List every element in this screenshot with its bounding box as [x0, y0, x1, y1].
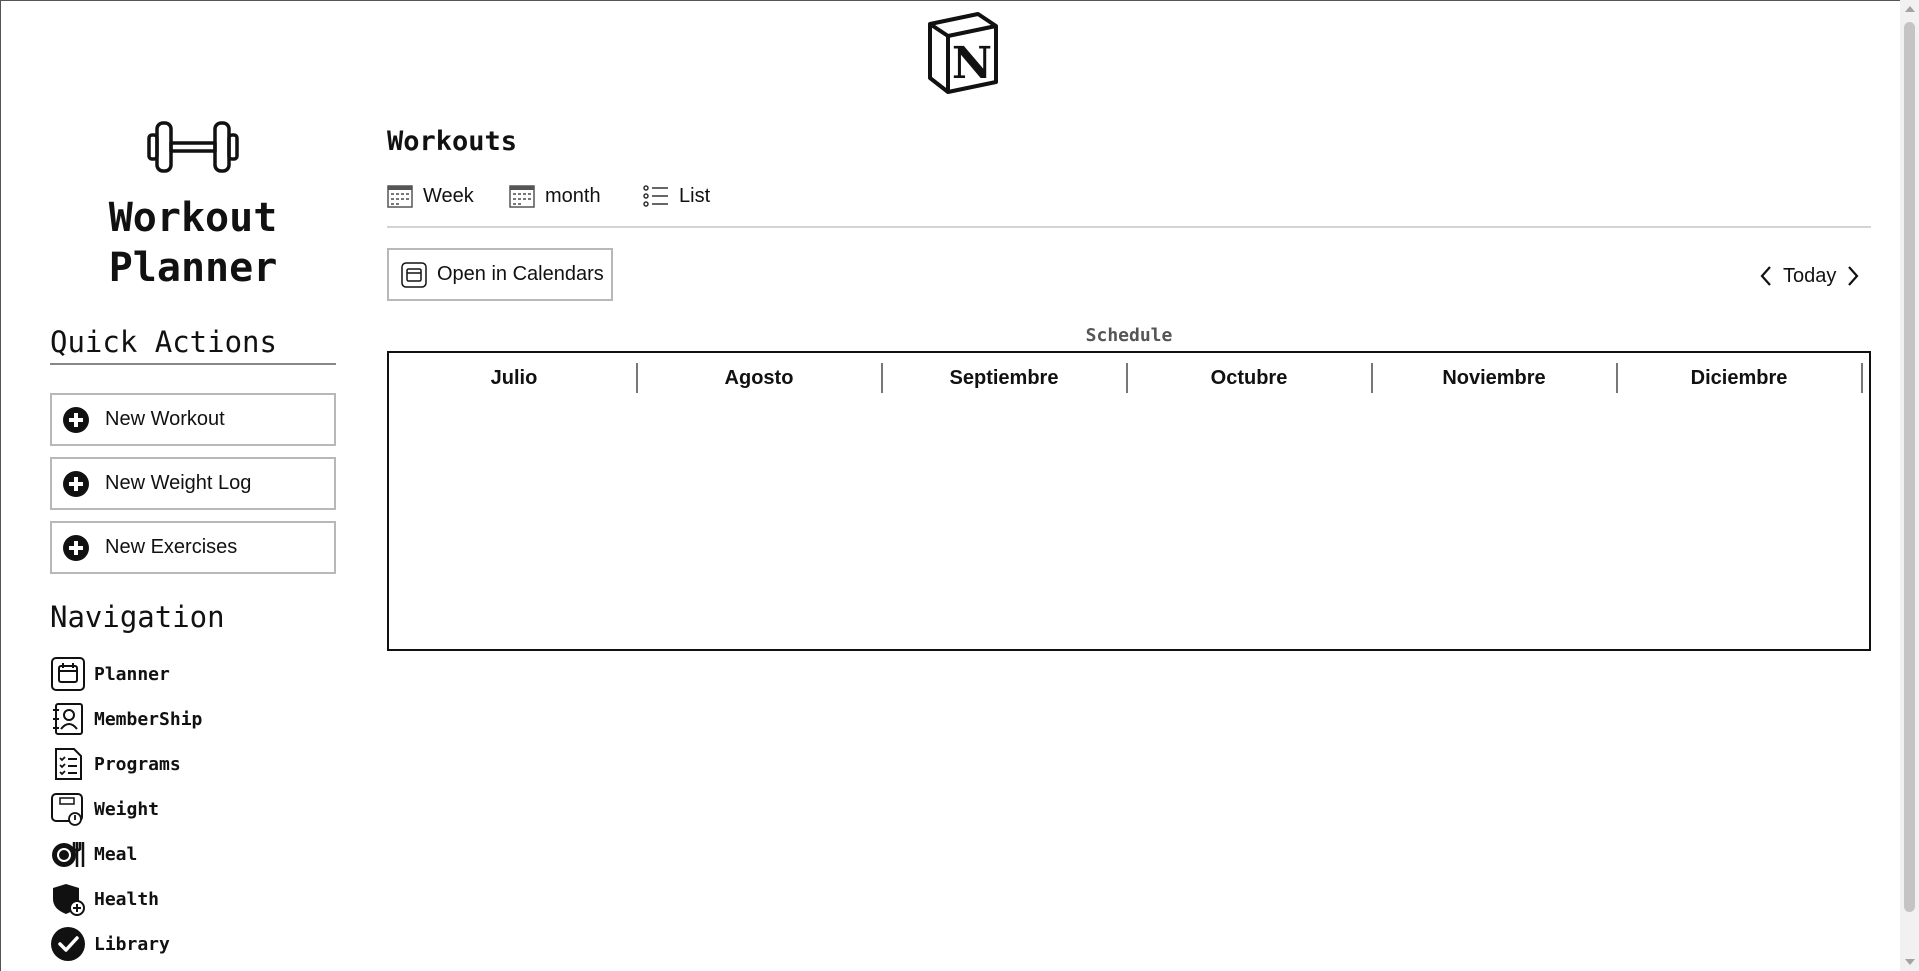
chevron-right-icon[interactable] — [1846, 264, 1860, 288]
nav-item-health[interactable]: Health — [50, 880, 159, 918]
new-workout-button[interactable]: New Workout — [50, 393, 336, 446]
notion-logo-icon: N — [928, 12, 998, 94]
date-navigation: Today — [1759, 262, 1860, 290]
nav-item-membership[interactable]: MemberShip — [50, 700, 202, 738]
schedule-timeline[interactable]: Julio Agosto Septiembre Octubre Noviembr… — [387, 351, 1871, 651]
plus-circle-icon — [63, 406, 89, 433]
new-weight-log-button[interactable]: New Weight Log — [50, 457, 336, 510]
scrollbar-thumb[interactable] — [1904, 22, 1915, 912]
new-workout-label: New Workout — [105, 408, 225, 430]
check-circle-icon — [51, 927, 85, 961]
workouts-section-title: Workouts — [387, 126, 518, 157]
dumbbell-icon — [147, 121, 239, 173]
calendar-icon — [401, 261, 427, 288]
open-in-calendars-button[interactable]: Open in Calendars — [387, 248, 613, 301]
checklist-document-icon — [55, 748, 82, 780]
app-title: Workout Planner — [108, 195, 278, 291]
scroll-up-arrow-icon[interactable] — [1905, 6, 1915, 12]
nav-item-meal[interactable]: Meal — [50, 835, 137, 873]
calendar-icon — [51, 657, 85, 691]
nav-item-planner[interactable]: Planner — [50, 655, 170, 693]
tab-week-label: Week — [423, 184, 474, 207]
month-header-agosto: Agosto — [724, 366, 794, 389]
tab-list-label: List — [679, 184, 711, 207]
plus-circle-icon — [63, 534, 89, 561]
shield-plus-icon — [53, 884, 85, 916]
month-header-julio: Julio — [490, 366, 538, 389]
nav-item-library[interactable]: Library — [50, 925, 170, 963]
scroll-down-arrow-icon[interactable] — [1905, 959, 1915, 965]
nav-item-programs[interactable]: Programs — [50, 745, 181, 783]
new-exercises-button[interactable]: New Exercises — [50, 521, 336, 574]
contact-book-icon — [53, 703, 83, 735]
window-left-border — [0, 0, 1, 971]
calendar-grid-icon — [387, 185, 413, 208]
nav-label-meal: Meal — [94, 843, 138, 865]
plate-fork-icon — [52, 842, 85, 867]
plus-circle-icon — [63, 470, 89, 497]
nav-label-health: Health — [94, 888, 160, 910]
nav-label-library: Library — [94, 933, 170, 955]
month-separator — [1861, 363, 1863, 393]
schedule-label: Schedule — [1085, 325, 1173, 346]
month-header-noviembre: Noviembre — [1442, 366, 1546, 389]
tab-week[interactable]: Week — [387, 181, 474, 211]
open-in-calendars-label: Open in Calendars — [437, 263, 604, 285]
nav-label-planner: Planner — [94, 663, 170, 685]
tabs-divider — [387, 226, 1871, 228]
vertical-scrollbar[interactable] — [1900, 0, 1919, 971]
tab-month[interactable]: month — [509, 181, 601, 211]
chevron-left-icon[interactable] — [1759, 264, 1773, 288]
tab-list[interactable]: List — [643, 181, 710, 211]
nav-label-programs: Programs — [94, 753, 181, 775]
nav-item-weight[interactable]: Weight — [50, 790, 159, 828]
month-header-octubre: Octubre — [1210, 366, 1288, 389]
nav-label-weight: Weight — [94, 798, 160, 820]
bullet-list-icon — [643, 185, 668, 207]
window-top-border — [0, 0, 1919, 1]
scale-icon — [51, 793, 83, 826]
new-weight-log-label: New Weight Log — [105, 472, 252, 494]
nav-label-membership: MemberShip — [94, 708, 203, 730]
tab-month-label: month — [545, 184, 601, 207]
calendar-grid-icon — [509, 185, 535, 208]
navigation-heading: Navigation — [50, 600, 225, 634]
month-header-diciembre: Diciembre — [1690, 366, 1788, 389]
quick-actions-heading: Quick Actions — [50, 325, 336, 365]
today-button[interactable]: Today — [1783, 265, 1836, 288]
svg-text:N: N — [952, 38, 992, 89]
month-header-septiembre: Septiembre — [949, 366, 1059, 389]
new-exercises-label: New Exercises — [105, 536, 238, 558]
